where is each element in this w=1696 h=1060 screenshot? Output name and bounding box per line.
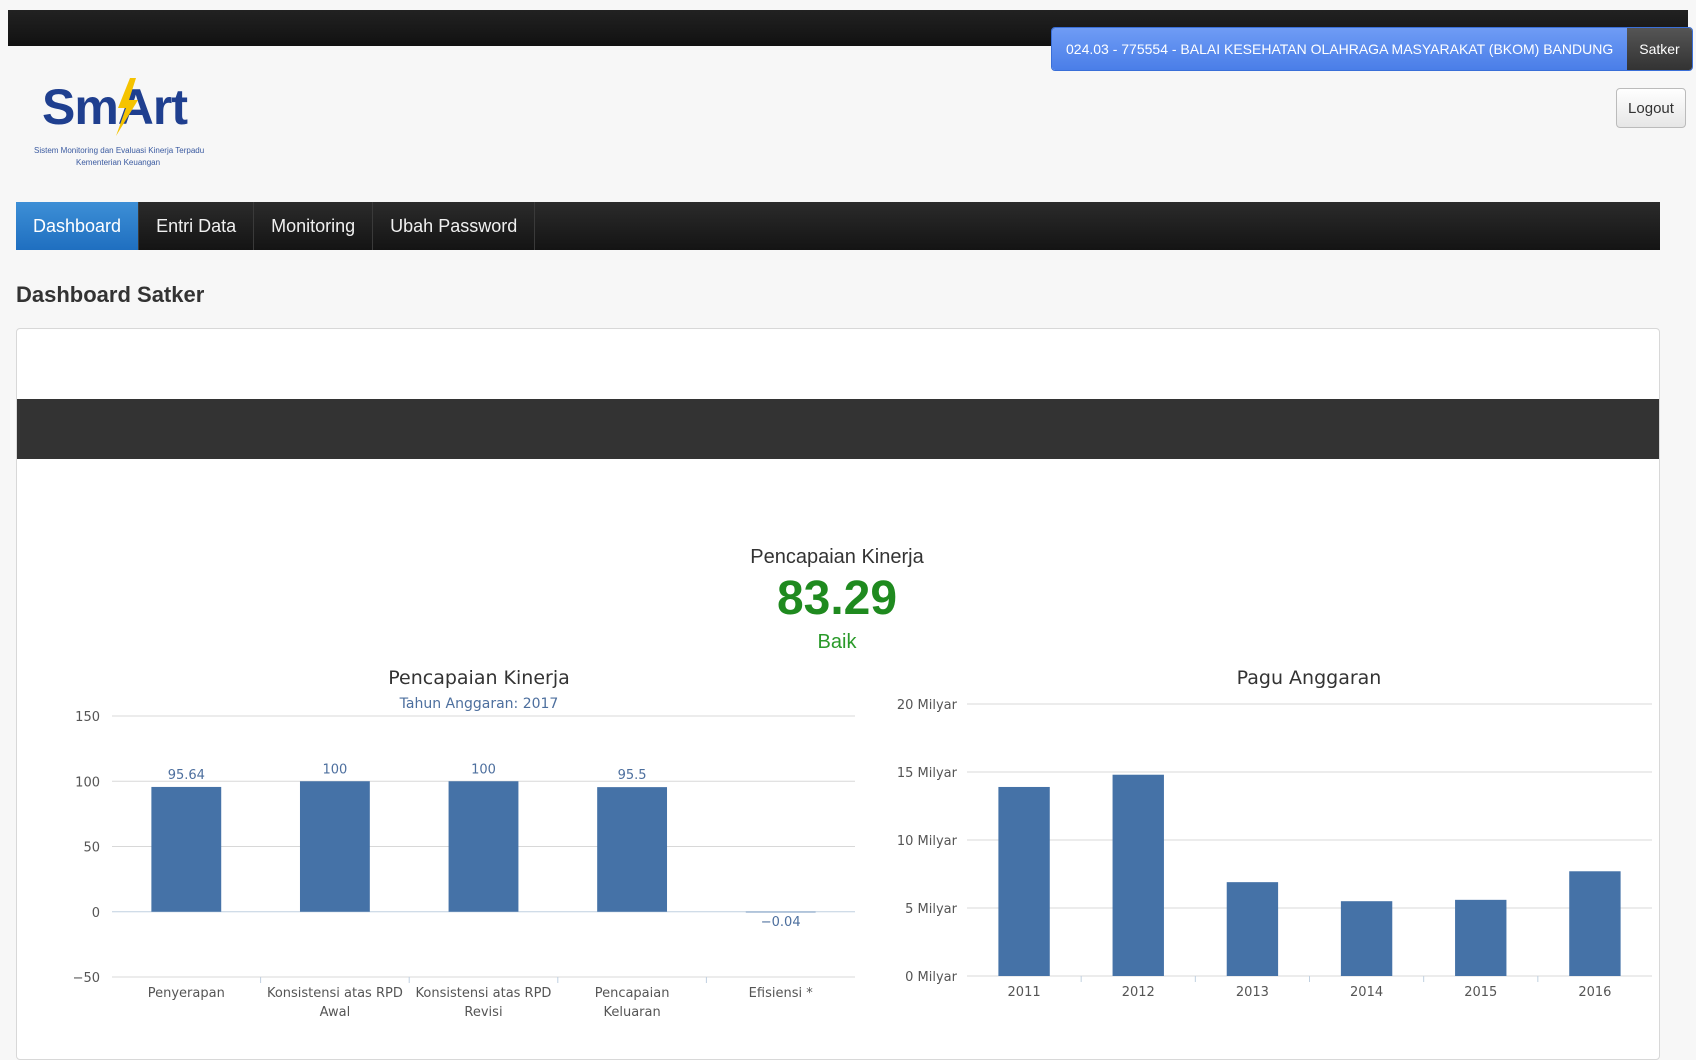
logo-subtitle: Sistem Monitoring dan Evaluasi Kinerja T… — [34, 146, 205, 155]
x-tick-label: 2016 — [1578, 985, 1611, 1000]
x-tick-label: Keluaran — [603, 1005, 660, 1020]
y-tick-label: 15 Milyar — [897, 766, 958, 781]
data-label: 100 — [322, 762, 347, 777]
dashboard-panel: Pencapaian Kinerja 83.29 Baik Pencapaian… — [16, 328, 1660, 1060]
x-tick-label: Pencapaian — [595, 986, 670, 1001]
y-tick-label: 20 Milyar — [897, 698, 958, 713]
satker-role-badge: Satker — [1627, 28, 1692, 70]
data-label: −0.04 — [761, 915, 801, 930]
pencapaian-kinerja-chart: Pencapaian Kinerja Tahun Anggaran: 2017 15… — [73, 667, 855, 1020]
main-navbar: Dashboard Entri Data Monitoring Ubah Pas… — [16, 202, 1660, 250]
y-tick-label: 150 — [75, 710, 100, 725]
bar — [597, 787, 668, 912]
y-tick-label: −50 — [73, 971, 100, 986]
data-label: 100 — [471, 762, 496, 777]
logout-button[interactable]: Logout — [1616, 88, 1686, 128]
x-tick-label: 2011 — [1008, 985, 1041, 1000]
bar — [299, 781, 370, 912]
bar — [745, 911, 816, 913]
bar — [1455, 899, 1507, 976]
satker-info: 024.03 - 775554 - BALAI KESEHATAN OLAHRA… — [1051, 27, 1693, 71]
data-label: 95.5 — [618, 768, 647, 783]
bar — [1569, 871, 1621, 976]
x-tick-label: 2012 — [1122, 985, 1155, 1000]
y-tick-label: 0 Milyar — [905, 970, 958, 985]
chart-subtitle: Tahun Anggaran: 2017 — [399, 696, 559, 712]
y-tick-label: 50 — [83, 841, 100, 856]
x-tick-label: 2015 — [1464, 985, 1497, 1000]
chart-title: Pencapaian Kinerja — [388, 667, 570, 689]
bar — [151, 786, 222, 912]
nav-item-entri-data[interactable]: Entri Data — [139, 202, 255, 250]
x-tick-label: Awal — [320, 1005, 351, 1020]
chart-title: Pagu Anggaran — [1237, 667, 1382, 689]
logo[interactable]: SmArt Sistem Monitoring dan Evaluasi Kin… — [34, 78, 205, 172]
lightning-bolt-icon — [116, 78, 138, 136]
data-label: 95.64 — [168, 768, 205, 783]
bar — [1340, 901, 1393, 976]
x-tick-label: 2014 — [1350, 985, 1383, 1000]
x-tick-label: Efisiensi * — [749, 986, 814, 1001]
nav-item-ubah-password[interactable]: Ubah Password — [373, 202, 536, 250]
y-tick-label: 100 — [75, 775, 100, 790]
page-title: Dashboard Satker — [16, 282, 205, 307]
pagu-anggaran-chart: Pagu Anggaran 20 Milyar 15 Milyar 10 Milyar… — [897, 667, 1652, 1000]
bar — [1112, 774, 1164, 976]
y-tick-label: 10 Milyar — [897, 834, 958, 849]
x-tick-label: Konsistensi atas RPD — [416, 986, 552, 1001]
x-tick-label: Revisi — [464, 1005, 502, 1020]
y-tick-label: 5 Milyar — [905, 902, 958, 917]
satker-name: 024.03 - 775554 - BALAI KESEHATAN OLAHRA… — [1052, 28, 1628, 70]
nav-item-dashboard[interactable]: Dashboard — [16, 202, 140, 250]
bar — [1226, 882, 1279, 976]
bar — [998, 786, 1050, 976]
kpi-label: Pencapaian Kinerja — [750, 546, 924, 568]
kpi-status: Baik — [817, 631, 857, 653]
x-tick-label: Penyerapan — [148, 986, 225, 1001]
nav-item-monitoring[interactable]: Monitoring — [254, 202, 374, 250]
x-tick-label: 2013 — [1236, 985, 1269, 1000]
panel-header-band — [17, 399, 1659, 459]
x-tick-label: Konsistensi atas RPD — [267, 986, 403, 1001]
kpi-value: 83.29 — [776, 572, 898, 625]
y-tick-label: 0 — [92, 906, 100, 921]
logo-subtitle-ministry: Kementerian Keuangan — [76, 158, 161, 167]
bar — [448, 781, 519, 912]
